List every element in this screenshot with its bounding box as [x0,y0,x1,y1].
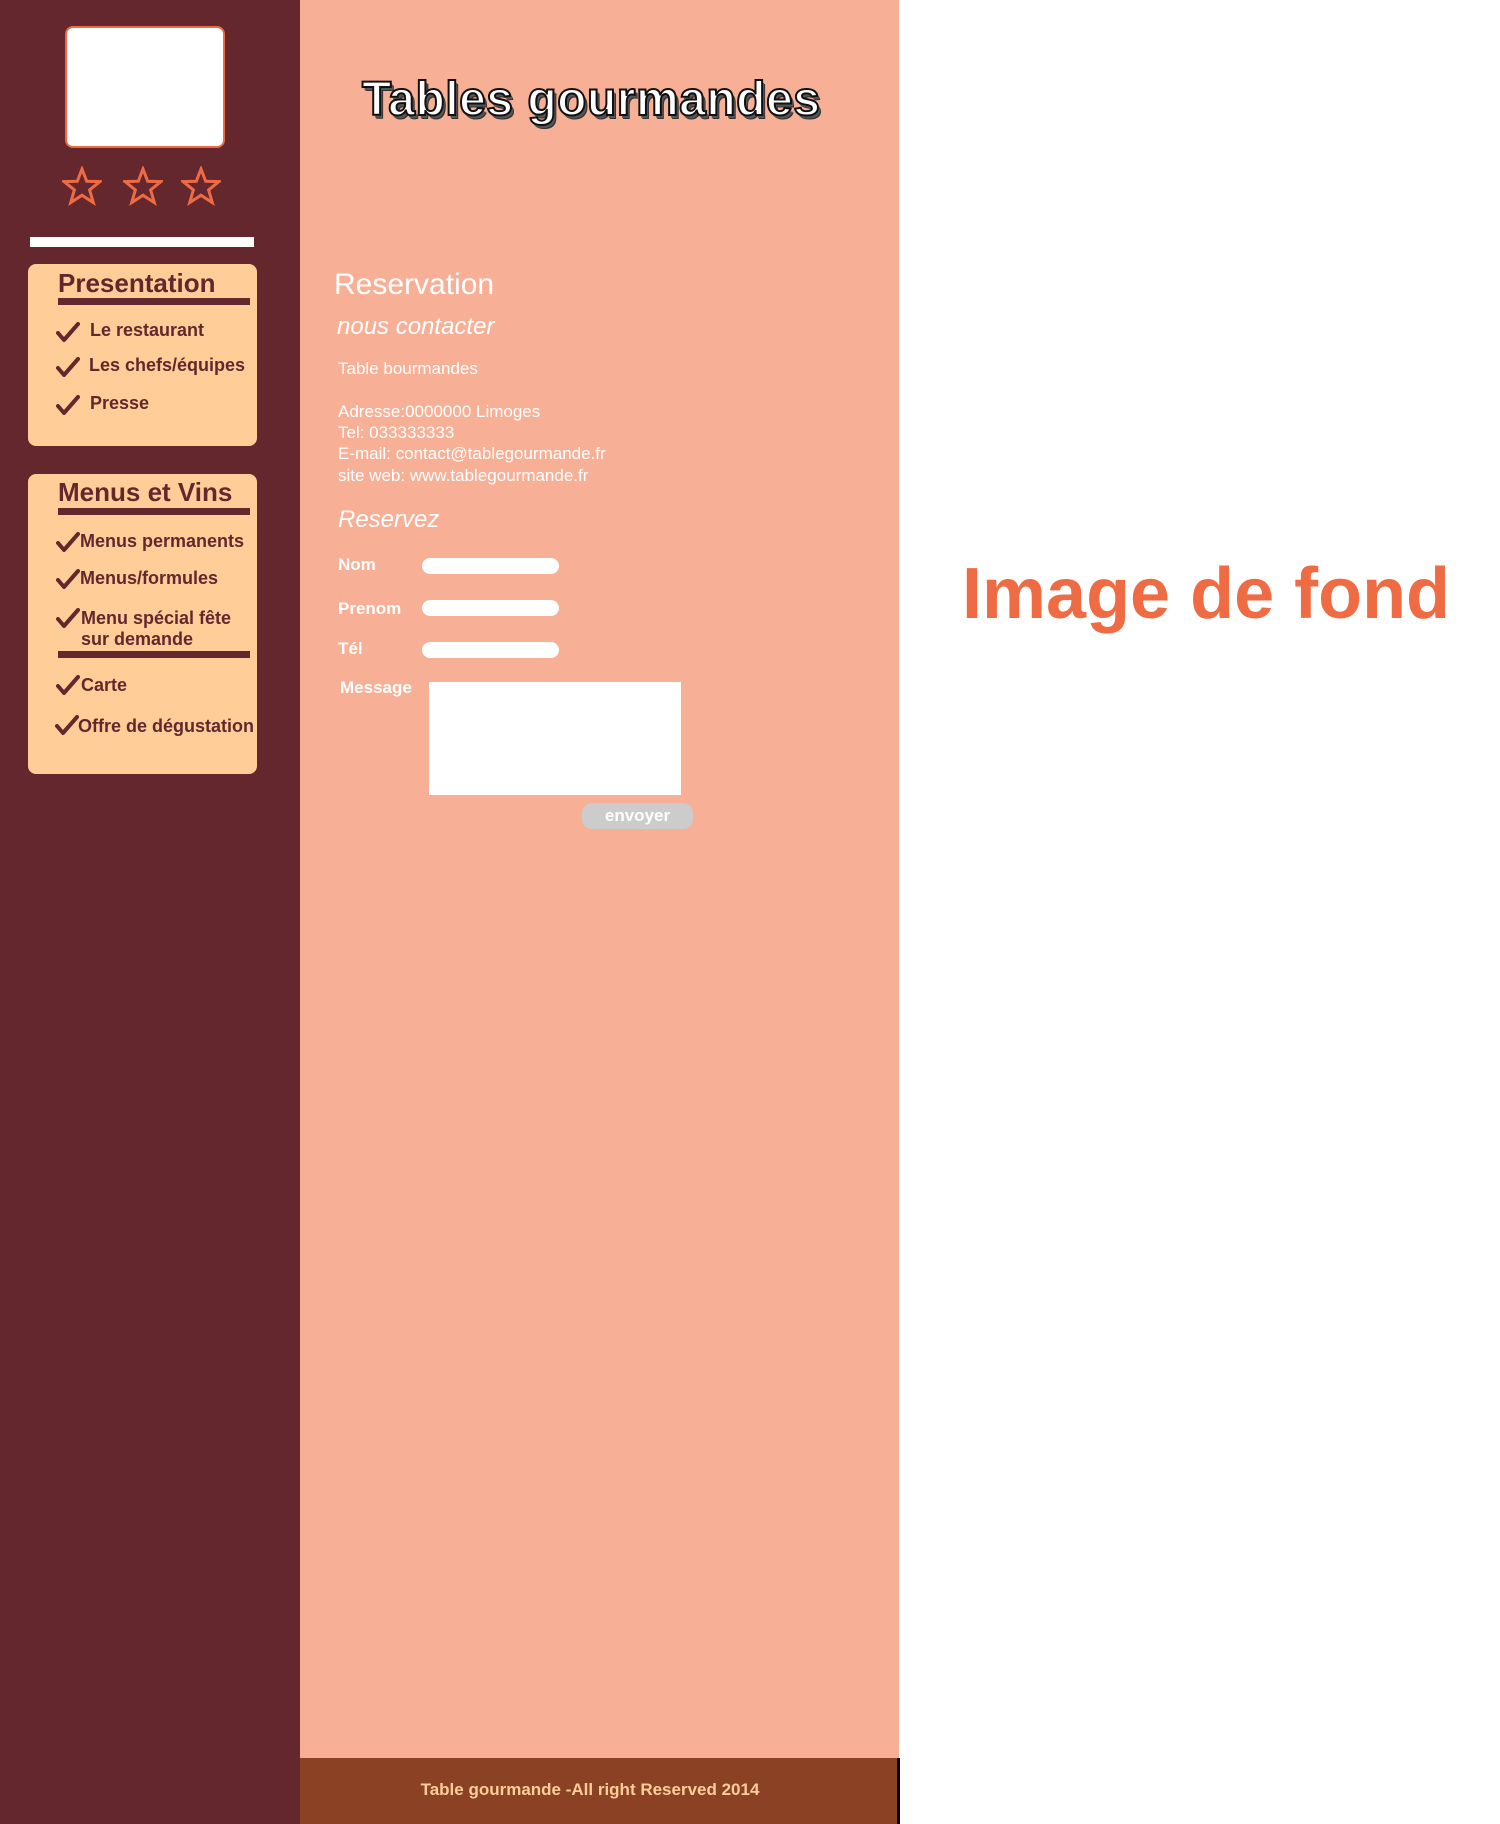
star-outline-icon [62,166,102,206]
footer: Table gourmande -All right Reserved 2014 [300,1758,900,1824]
prenom-label: Prenom [338,599,402,618]
menu-special-label-line1: Menu spécial fête [81,608,232,628]
title-underline [58,298,250,305]
contact-tel: Tel: 033333333 [338,423,455,442]
contact-email: E-mail: contact@tablegourmande.fr [338,444,606,463]
checkmark-icon [56,568,80,590]
reservez-heading: Reservez [338,506,440,533]
main-content: Tables gourmandes Reservation nous conta… [300,0,899,1824]
contact-heading: nous contacter [337,313,495,340]
footer-copyright: Table gourmande -All right Reserved 2014 [420,1780,760,1799]
checkmark-icon [56,356,80,378]
checkmark-icon [55,714,79,736]
envoyer-button[interactable]: envoyer [582,803,693,829]
checkmark-icon [56,674,80,696]
nom-field[interactable] [422,558,559,574]
message-label: Message [340,678,412,697]
checkmark-icon [56,607,80,629]
checkmark-icon [56,321,80,343]
sidebar-divider [30,237,254,247]
checkmark-icon [56,531,80,553]
menus-vins-title: Menus et Vins [58,477,233,507]
sidebar-item-carte[interactable]: Carte [81,675,127,696]
sidebar: Presentation Le restaurant Les chefs/équ… [0,0,300,1824]
section-divider [58,651,250,658]
sidebar-item-presse[interactable]: Presse [90,393,149,414]
nom-label: Nom [338,555,376,574]
sidebar-item-le-restaurant[interactable]: Le restaurant [90,320,204,341]
logo-placeholder [65,26,225,148]
contact-name: Table bourmandes [338,359,478,378]
menu-special-label-line2: sur demande [81,629,194,649]
menus-vins-menu: Menus et Vins Menus permanents Menus/for… [28,474,257,774]
rating-stars [62,166,232,210]
tel-field[interactable] [422,642,559,658]
title-underline [58,508,250,515]
prenom-field[interactable] [422,600,559,616]
contact-address: Adresse:0000000 Limoges [338,402,541,421]
checkmark-icon [56,394,80,416]
contact-website: site web: www.tablegourmande.fr [338,466,589,485]
sidebar-item-menu-special[interactable]: Menu spécial fête sur demande [81,608,231,650]
sidebar-item-menus-formules[interactable]: Menus/formules [80,568,218,589]
reservation-heading: Reservation [334,268,495,301]
sidebar-item-offre-degustation[interactable]: Offre de dégustation [78,716,254,737]
presentation-title: Presentation [58,268,216,298]
site-title: Tables gourmandes [361,72,821,127]
sidebar-item-menus-permanents[interactable]: Menus permanents [80,531,244,552]
star-outline-icon [181,166,221,206]
message-field[interactable] [429,682,681,795]
star-outline-icon [123,166,163,206]
tel-label: Tél [338,639,363,658]
background-image-placeholder: Image de fond [962,554,1451,634]
sidebar-item-chefs-equipes[interactable]: Les chefs/équipes [89,355,245,376]
presentation-menu: Presentation Le restaurant Les chefs/équ… [28,264,257,446]
